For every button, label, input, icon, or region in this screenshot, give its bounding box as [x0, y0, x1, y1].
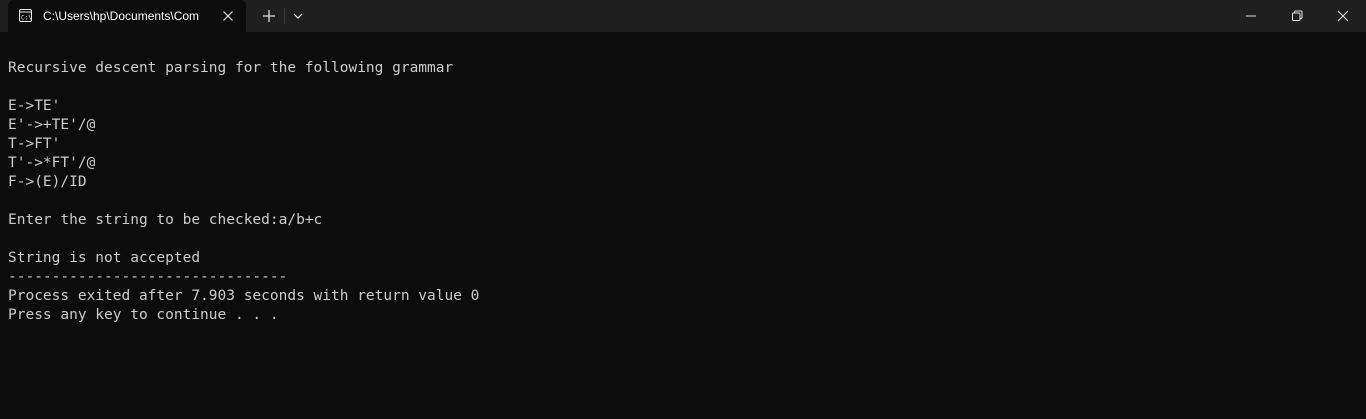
- restore-icon: [1292, 10, 1303, 21]
- console-line-grammar-2: E'->+TE'/@: [8, 117, 96, 133]
- tab-close-icon[interactable]: [220, 8, 236, 24]
- close-icon: [1337, 10, 1349, 22]
- console-line-heading: Recursive descent parsing for the follow…: [8, 60, 454, 76]
- plus-icon[interactable]: [260, 7, 278, 25]
- tab-console[interactable]: C:\ C:\Users\hp\Documents\Com: [8, 0, 246, 32]
- tab-title: C:\Users\hp\Documents\Com: [43, 9, 200, 23]
- console-line-exit: Process exited after 7.903 seconds with …: [8, 288, 480, 304]
- restore-button[interactable]: [1274, 0, 1320, 32]
- console-icon: C:\: [19, 9, 32, 22]
- console-output[interactable]: Recursive descent parsing for the follow…: [0, 32, 1366, 419]
- minimize-button[interactable]: [1228, 0, 1274, 32]
- console-line-grammar-4: T'->*FT'/@: [8, 155, 96, 171]
- console-line-divider: --------------------------------: [8, 269, 288, 285]
- console-line-input: Enter the string to be checked:a/b+c: [8, 212, 323, 228]
- console-line-grammar-3: T->FT': [8, 136, 61, 152]
- title-bar: C:\ C:\Users\hp\Documents\Com: [0, 0, 1366, 32]
- svg-text:C:\: C:\: [21, 15, 32, 22]
- console-line-grammar-5: F->(E)/ID: [8, 174, 87, 190]
- terminal-window: C:\ C:\Users\hp\Documents\Com Recursive …: [0, 0, 1366, 419]
- console-line-continue: Press any key to continue . . .: [8, 307, 279, 323]
- chevron-down-icon[interactable]: [290, 8, 306, 24]
- minimize-icon: [1246, 15, 1256, 17]
- close-button[interactable]: [1320, 0, 1366, 32]
- tab-separator: [284, 8, 285, 24]
- console-line-grammar-1: E->TE': [8, 98, 61, 114]
- console-line-result: String is not accepted: [8, 250, 201, 266]
